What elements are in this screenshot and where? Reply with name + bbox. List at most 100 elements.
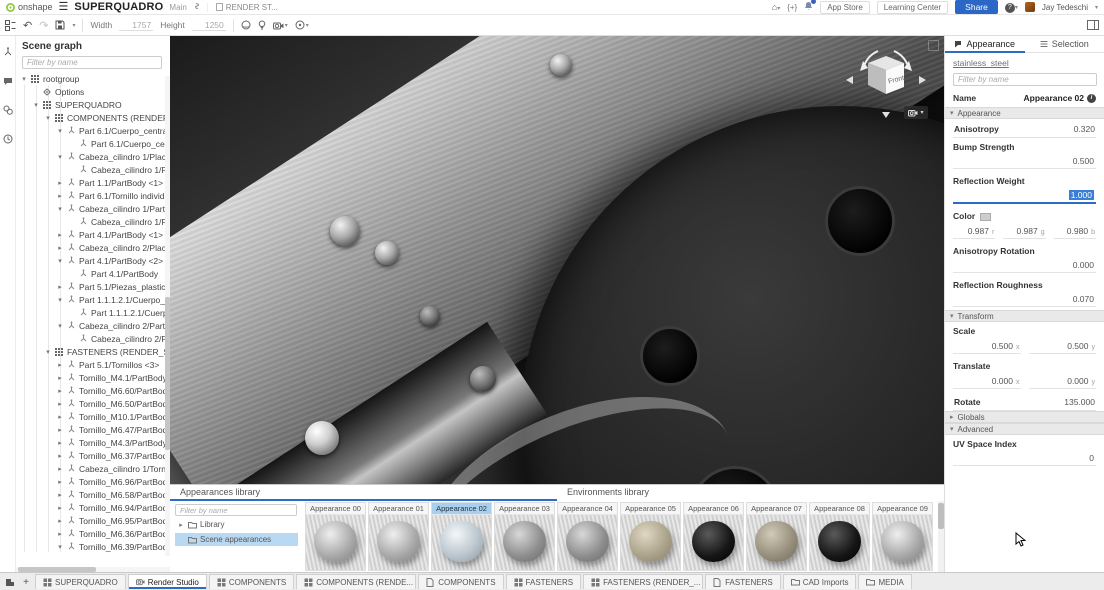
appearance-thumb-appearance-04[interactable]: Appearance 04 — [557, 502, 618, 571]
field-bump-strength-value[interactable]: 0.500 — [953, 152, 1096, 169]
scene-tree-item-cabeza-cilindro-2-pa[interactable]: Cabeza_cilindro 2/Pa... — [16, 332, 170, 345]
expand-chevron-icon[interactable]: ▸ — [56, 530, 64, 538]
user-avatar[interactable] — [1025, 2, 1035, 12]
add-tab-button[interactable]: + — [19, 575, 33, 589]
scene-tree-item-tornillo-m6-50-partbody[interactable]: ▸Tornillo_M6.50/PartBody ... — [16, 397, 170, 410]
scene-tree-item-part-5-1-tornillos-3[interactable]: ▸Part 5.1/Tornillos <3> — [16, 358, 170, 371]
appearance-filter-input[interactable] — [953, 73, 1097, 86]
appearance-thumb-appearance-05[interactable]: Appearance 05 — [620, 502, 681, 571]
field-anisotropy-rotation-value[interactable]: 0.000 — [953, 256, 1096, 273]
field-translate-x-value[interactable]: 0.000x — [953, 374, 1021, 389]
scene-tree-item-part-1-1-1-2-1-cuerpo-cent[interactable]: ▾Part 1.1.1.2.1/Cuerpo_cent... — [16, 293, 170, 306]
scene-tree-item-cabeza-cilindro-1-partbod[interactable]: ▾Cabeza_cilindro 1/PartBod... — [16, 202, 170, 215]
field-scale-y-value[interactable]: 0.500y — [1029, 339, 1097, 354]
undo-button[interactable]: ↶ — [23, 19, 32, 32]
appearance-thumb-appearance-00[interactable]: Appearance 00 — [305, 502, 366, 571]
info-icon[interactable]: i — [1087, 94, 1096, 103]
scene-tree-item-superquadro[interactable]: ▾SUPERQUADRO — [16, 98, 170, 111]
field-uv-space-index-value[interactable]: 0 — [953, 449, 1096, 466]
appearance-thumb-appearance-03[interactable]: Appearance 03 — [494, 502, 555, 571]
field-color-r-value[interactable]: 0.987r — [953, 224, 995, 239]
main-menu-icon[interactable]: ☰ — [59, 2, 69, 13]
scene-tree-item-tornillo-m6-95-partbody[interactable]: ▸Tornillo_M6.95/PartBody... — [16, 514, 170, 527]
scene-tree-item-part-6-1-cuerpo-cent[interactable]: Part 6.1/Cuerpo_cent... — [16, 137, 170, 150]
current-tab-chip[interactable]: RENDER ST... — [207, 3, 278, 12]
height-field[interactable]: 1250 — [192, 20, 226, 31]
scene-tree-item-rootgroup[interactable]: ▾rootgroup — [16, 72, 170, 85]
width-field[interactable]: 1757 — [119, 20, 153, 31]
scene-tree-item-tornillo-m4-3-partbody-1[interactable]: ▸Tornillo_M4.3/PartBody <1> — [16, 436, 170, 449]
scene-tree-item-part-5-1-piezas-plasticas[interactable]: ▸Part 5.1/Piezas_plasticas <... — [16, 280, 170, 293]
doc-tab-components-rende[interactable]: COMPONENTS (RENDE... — [296, 574, 416, 589]
doc-tab-cad-imports[interactable]: CAD Imports — [783, 574, 857, 589]
user-name[interactable]: Jay Tedeschi — [1042, 3, 1088, 12]
doc-tab-fasteners[interactable]: FASTENERS — [705, 574, 781, 589]
expand-chevron-icon[interactable]: ▾ — [44, 114, 52, 122]
share-button[interactable]: Share — [955, 0, 998, 14]
expand-chevron-icon[interactable]: ▸ — [56, 374, 64, 382]
redo-button[interactable]: ↷ — [39, 19, 48, 32]
appearance-thumb-appearance-02[interactable]: Appearance 02 — [431, 502, 492, 571]
tab-appearance[interactable]: Appearance — [945, 36, 1025, 52]
doc-tab-fasteners[interactable]: FASTENERS — [506, 574, 582, 589]
notifications-bell-icon[interactable] — [804, 1, 813, 13]
field-color-g-value[interactable]: 0.987g — [1003, 224, 1045, 239]
material-link[interactable]: stainless_steel — [953, 58, 1009, 68]
save-button[interactable] — [55, 20, 65, 30]
scene-tree-item-components-render-su-1[interactable]: ▾COMPONENTS (RENDER_SU <1> — [16, 111, 170, 124]
expand-chevron-icon[interactable]: ▸ — [56, 231, 64, 239]
expand-chevron-icon[interactable]: ▸ — [56, 192, 64, 200]
save-menu-chevron-icon[interactable]: ▾ — [72, 22, 75, 29]
scrollbar-thumb[interactable] — [165, 297, 170, 451]
scene-tree-item-tornillo-m6-37-partbody[interactable]: ▸Tornillo_M6.37/PartBody <... — [16, 449, 170, 462]
user-menu-chevron-icon[interactable]: ▾ — [1095, 4, 1098, 11]
doc-tab-superquadro[interactable]: SUPERQUADRO — [35, 574, 126, 589]
library-folder-library[interactable]: ▸Library — [175, 518, 298, 531]
materials-icon[interactable] — [3, 102, 13, 120]
expand-chevron-icon[interactable]: ▸ — [56, 244, 64, 252]
field-translate-y-value[interactable]: 0.000y — [1029, 374, 1097, 389]
expand-chevron-icon[interactable]: ▾ — [56, 296, 64, 304]
expand-chevron-icon[interactable]: ▸ — [56, 387, 64, 395]
appearance-thumb-appearance-06[interactable]: Appearance 06 — [683, 502, 744, 571]
scene-tree-item-part-1-1-1-2-1-cuerpo[interactable]: Part 1.1.1.2.1/Cuerpo... — [16, 306, 170, 319]
section-header-globals[interactable]: ▸Globals — [945, 411, 1104, 423]
share-link-icon[interactable] — [193, 2, 201, 12]
scene-tree-item-cabeza-cilindro-2-placa-2[interactable]: ▸Cabeza_cilindro 2/Placa 2... — [16, 241, 170, 254]
help-menu[interactable]: ?▾ — [1005, 1, 1018, 13]
scene-tree-item-tornillo-m6-47-partbody[interactable]: ▸Tornillo_M6.47/PartBody ... — [16, 423, 170, 436]
expand-chevron-icon[interactable]: ▸ — [56, 478, 64, 486]
scene-tree-item-cabeza-cilindro-1-tornillo[interactable]: ▸Cabeza_cilindro 1/Tornillo... — [16, 462, 170, 475]
appearance-thumb-appearance-07[interactable]: Appearance 07 — [746, 502, 807, 571]
comments-icon[interactable] — [3, 73, 13, 91]
expand-chevron-icon[interactable]: ▾ — [44, 348, 52, 356]
section-header-transform[interactable]: ▾Transform — [945, 310, 1104, 322]
doc-tab-render-studio[interactable]: Render Studio — [128, 574, 207, 589]
expand-chevron-icon[interactable]: ▸ — [56, 361, 64, 369]
scene-tree-item-part-4-1-partbody-1[interactable]: ▸Part 4.1/PartBody <1> — [16, 228, 170, 241]
doc-tab-media[interactable]: MEDIA — [858, 574, 911, 589]
scene-graph-filter-input[interactable] — [22, 56, 162, 69]
scene-tree-item-fasteners-render-su-1[interactable]: ▾FASTENERS (RENDER_SU) <1> — [16, 345, 170, 358]
field-color-b-value[interactable]: 0.980b — [1054, 224, 1096, 239]
scene-tree-item-tornillo-m6-94-partbody[interactable]: ▸Tornillo_M6.94/PartBody... — [16, 501, 170, 514]
workspace-label[interactable]: Main — [169, 3, 186, 12]
doc-tab-components[interactable]: COMPONENTS — [418, 574, 503, 589]
scene-tree-item-cabeza-cilindro-1-pa[interactable]: Cabeza_cilindro 1/Pa... — [16, 215, 170, 228]
scene-tree-item-part-4-1-partbody-2[interactable]: ▾Part 4.1/PartBody <2> — [16, 254, 170, 267]
section-header-appearance[interactable]: ▾Appearance — [945, 107, 1104, 119]
render-sphere-icon[interactable] — [241, 20, 251, 30]
scene-tree-item-tornillo-m6-60-partbody[interactable]: ▸Tornillo_M6.60/PartBody ... — [16, 384, 170, 397]
expand-chevron-icon[interactable]: ▾ — [56, 153, 64, 161]
field-reflection-roughness-value[interactable]: 0.070 — [953, 290, 1096, 307]
doc-tab-fasteners-render[interactable]: FASTENERS (RENDER_... — [583, 574, 703, 589]
expand-chevron-icon[interactable]: ▸ — [56, 504, 64, 512]
home-icon[interactable]: ⌂▾ — [772, 2, 780, 12]
expand-chevron-icon[interactable]: ▾ — [56, 322, 64, 330]
structure-tree-icon[interactable] — [3, 44, 13, 62]
library-folder-scene-appearances[interactable]: Scene appearances — [175, 533, 298, 546]
app-store-button[interactable]: App Store — [820, 1, 870, 14]
expand-chevron-icon[interactable]: ▾ — [32, 101, 40, 109]
scene-tree-item-tornillo-m6-39-partbody[interactable]: ▾Tornillo_M6.39/PartBody... — [16, 540, 170, 552]
scene-tree-item-options[interactable]: Options — [16, 85, 170, 98]
